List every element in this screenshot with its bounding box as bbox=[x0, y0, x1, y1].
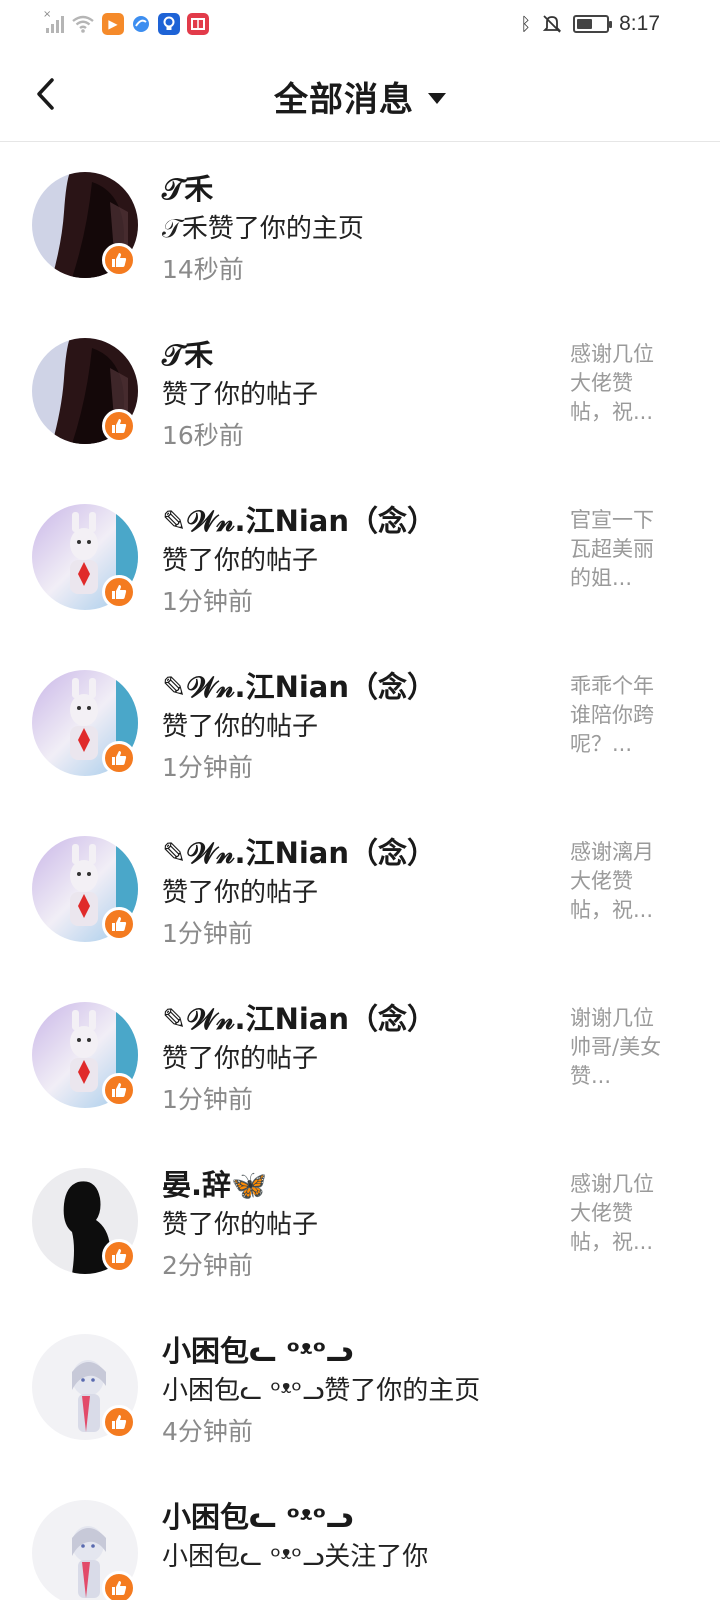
post-preview-line: 大佬赞 bbox=[570, 371, 633, 395]
like-icon bbox=[102, 1073, 136, 1107]
sender-name[interactable]: 晏.辞🦋 bbox=[162, 1162, 267, 1204]
like-icon bbox=[102, 409, 136, 443]
notification-action: 𝒯禾赞了你的主页 bbox=[162, 214, 364, 244]
post-preview-line: 乖乖个年 bbox=[570, 674, 654, 698]
notification-time: 1分钟前 bbox=[162, 753, 253, 782]
post-preview[interactable]: 谢谢几位帅哥/美女赞... bbox=[570, 1004, 680, 1091]
like-icon bbox=[102, 575, 136, 609]
post-preview[interactable]: 感谢几位大佬赞帖，祝... bbox=[570, 340, 680, 427]
post-preview-line: 瓦超美丽 bbox=[570, 537, 654, 561]
notification-time: 16秒前 bbox=[162, 421, 244, 450]
post-preview[interactable]: 感谢漓月大佬赞帖，祝... bbox=[570, 838, 680, 925]
notification-time: 14秒前 bbox=[162, 255, 244, 284]
post-preview-line: 赞... bbox=[570, 1064, 612, 1088]
mute-icon bbox=[542, 15, 562, 33]
post-preview-line: 帖，祝... bbox=[570, 400, 654, 424]
notification-action: 赞了你的帖子 bbox=[162, 712, 319, 742]
notification-item[interactable]: 小困包ᓚ ᵒᵜᵒᓗ 小困包ᓚ ᵒᵜᵒᓗ关注了你 bbox=[0, 1470, 720, 1600]
post-preview-line: 帖，祝... bbox=[570, 898, 654, 922]
post-preview-line: 感谢几位 bbox=[570, 1172, 654, 1196]
notification-item[interactable]: 𝒯禾 𝒯禾赞了你的主页 14秒前 bbox=[0, 142, 720, 308]
triangle-down-icon bbox=[428, 93, 446, 104]
bluetooth-icon: ᛒ bbox=[520, 13, 532, 35]
notification-action: 小困包ᓚ ᵒᵜᵒᓗ赞了你的主页 bbox=[162, 1376, 481, 1406]
notification-action: 赞了你的帖子 bbox=[162, 1210, 319, 1240]
post-preview[interactable]: 官宣一下瓦超美丽的姐... bbox=[570, 506, 680, 593]
post-preview-line: 官宣一下 bbox=[570, 508, 654, 532]
notification-item[interactable]: ✎𝒲𝓃.江Nian（念） 赞了你的帖子 1分钟前 乖乖个年谁陪你跨呢？... bbox=[0, 640, 720, 806]
sender-name[interactable]: ✎𝒲𝓃.江Nian（念） bbox=[162, 498, 436, 540]
notification-time: 1分钟前 bbox=[162, 587, 253, 616]
post-preview[interactable]: 乖乖个年谁陪你跨呢？... bbox=[570, 672, 680, 759]
notification-action: 赞了你的帖子 bbox=[162, 878, 319, 908]
post-preview-line: 帅哥/美女 bbox=[570, 1035, 662, 1059]
battery-icon bbox=[573, 15, 613, 33]
notification-item[interactable]: ✎𝒲𝓃.江Nian（念） 赞了你的帖子 1分钟前 官宣一下瓦超美丽的姐... bbox=[0, 474, 720, 640]
notification-action: 赞了你的帖子 bbox=[162, 546, 319, 576]
status-bar-right: ᛒ 8:17 bbox=[520, 10, 660, 38]
notification-item[interactable]: 小困包ᓚ ᵒᵜᵒᓗ 小困包ᓚ ᵒᵜᵒᓗ赞了你的主页 4分钟前 bbox=[0, 1304, 720, 1470]
notification-time: 2分钟前 bbox=[162, 1251, 253, 1280]
post-preview-line: 感谢漓月 bbox=[570, 840, 654, 864]
post-preview-line: 谢谢几位 bbox=[570, 1006, 654, 1030]
post-preview-line: 大佬赞 bbox=[570, 1201, 633, 1225]
notification-item[interactable]: 晏.辞🦋 赞了你的帖子 2分钟前 感谢几位大佬赞帖，祝... bbox=[0, 1138, 720, 1304]
like-icon bbox=[102, 741, 136, 775]
signal-off-icon: × bbox=[43, 9, 64, 33]
sender-name[interactable]: ✎𝒲𝓃.江Nian（念） bbox=[162, 830, 436, 872]
status-time: 8:17 bbox=[619, 12, 660, 35]
header: 全部消息 bbox=[0, 48, 720, 142]
video-app-icon: ▶ bbox=[102, 13, 124, 35]
post-preview-line: 帖，祝... bbox=[570, 1230, 654, 1254]
sender-name[interactable]: 小困包ᓚ ᵒᵜᵒᓗ bbox=[162, 1494, 353, 1536]
sender-name[interactable]: 𝒯禾 bbox=[162, 332, 213, 374]
notification-item[interactable]: ✎𝒲𝓃.江Nian（念） 赞了你的帖子 1分钟前 谢谢几位帅哥/美女赞... bbox=[0, 972, 720, 1138]
post-preview-line: 呢？... bbox=[570, 732, 633, 756]
post-preview[interactable]: 感谢几位大佬赞帖，祝... bbox=[570, 1170, 680, 1257]
post-preview-line: 大佬赞 bbox=[570, 869, 633, 893]
notification-action: 小困包ᓚ ᵒᵜᵒᓗ关注了你 bbox=[162, 1542, 429, 1572]
notification-time: 1分钟前 bbox=[162, 1085, 253, 1114]
notification-item[interactable]: 𝒯禾赞了你的帖子 16秒前 感谢几位大佬赞帖，祝... bbox=[0, 308, 720, 474]
sender-name[interactable]: 小困包ᓚ ᵒᵜᵒᓗ bbox=[162, 1328, 353, 1370]
post-preview-line: 的姐... bbox=[570, 566, 633, 590]
like-icon bbox=[102, 907, 136, 941]
message-filter-dropdown[interactable]: 全部消息 bbox=[0, 72, 720, 121]
notification-item[interactable]: ✎𝒲𝓃.江Nian（念） 赞了你的帖子 1分钟前 感谢漓月大佬赞帖，祝... bbox=[0, 806, 720, 972]
notification-action: 赞了你的帖子 bbox=[162, 1044, 319, 1074]
notification-action: 赞了你的帖子 bbox=[162, 380, 319, 410]
browser-app-icon bbox=[133, 16, 149, 32]
like-icon bbox=[102, 1405, 136, 1439]
notification-time: 1分钟前 bbox=[162, 919, 253, 948]
sender-name[interactable]: ✎𝒲𝓃.江Nian（念） bbox=[162, 996, 436, 1038]
wifi-icon bbox=[72, 15, 94, 33]
post-preview-line: 感谢几位 bbox=[570, 342, 654, 366]
notification-time: 4分钟前 bbox=[162, 1417, 253, 1446]
like-icon bbox=[102, 1571, 136, 1600]
book-app-icon bbox=[187, 13, 209, 35]
sender-name[interactable]: 𝒯禾 bbox=[162, 166, 213, 208]
like-icon bbox=[102, 1239, 136, 1273]
status-bar: × ▶ ᛒ 8:17 bbox=[0, 0, 720, 48]
like-icon bbox=[102, 243, 136, 277]
sender-name[interactable]: ✎𝒲𝓃.江Nian（念） bbox=[162, 664, 436, 706]
status-bar-left: × ▶ bbox=[43, 9, 209, 38]
post-preview-line: 谁陪你跨 bbox=[570, 703, 654, 727]
notification-list: 𝒯禾 𝒯禾赞了你的主页 14秒前 𝒯禾 赞了你的帖子 16秒前 感谢几位 大佬赞 帖，祝... ✎… bbox=[0, 142, 720, 1600]
page-title: 全部消息 bbox=[274, 80, 414, 120]
bulb-app-icon bbox=[158, 13, 180, 35]
